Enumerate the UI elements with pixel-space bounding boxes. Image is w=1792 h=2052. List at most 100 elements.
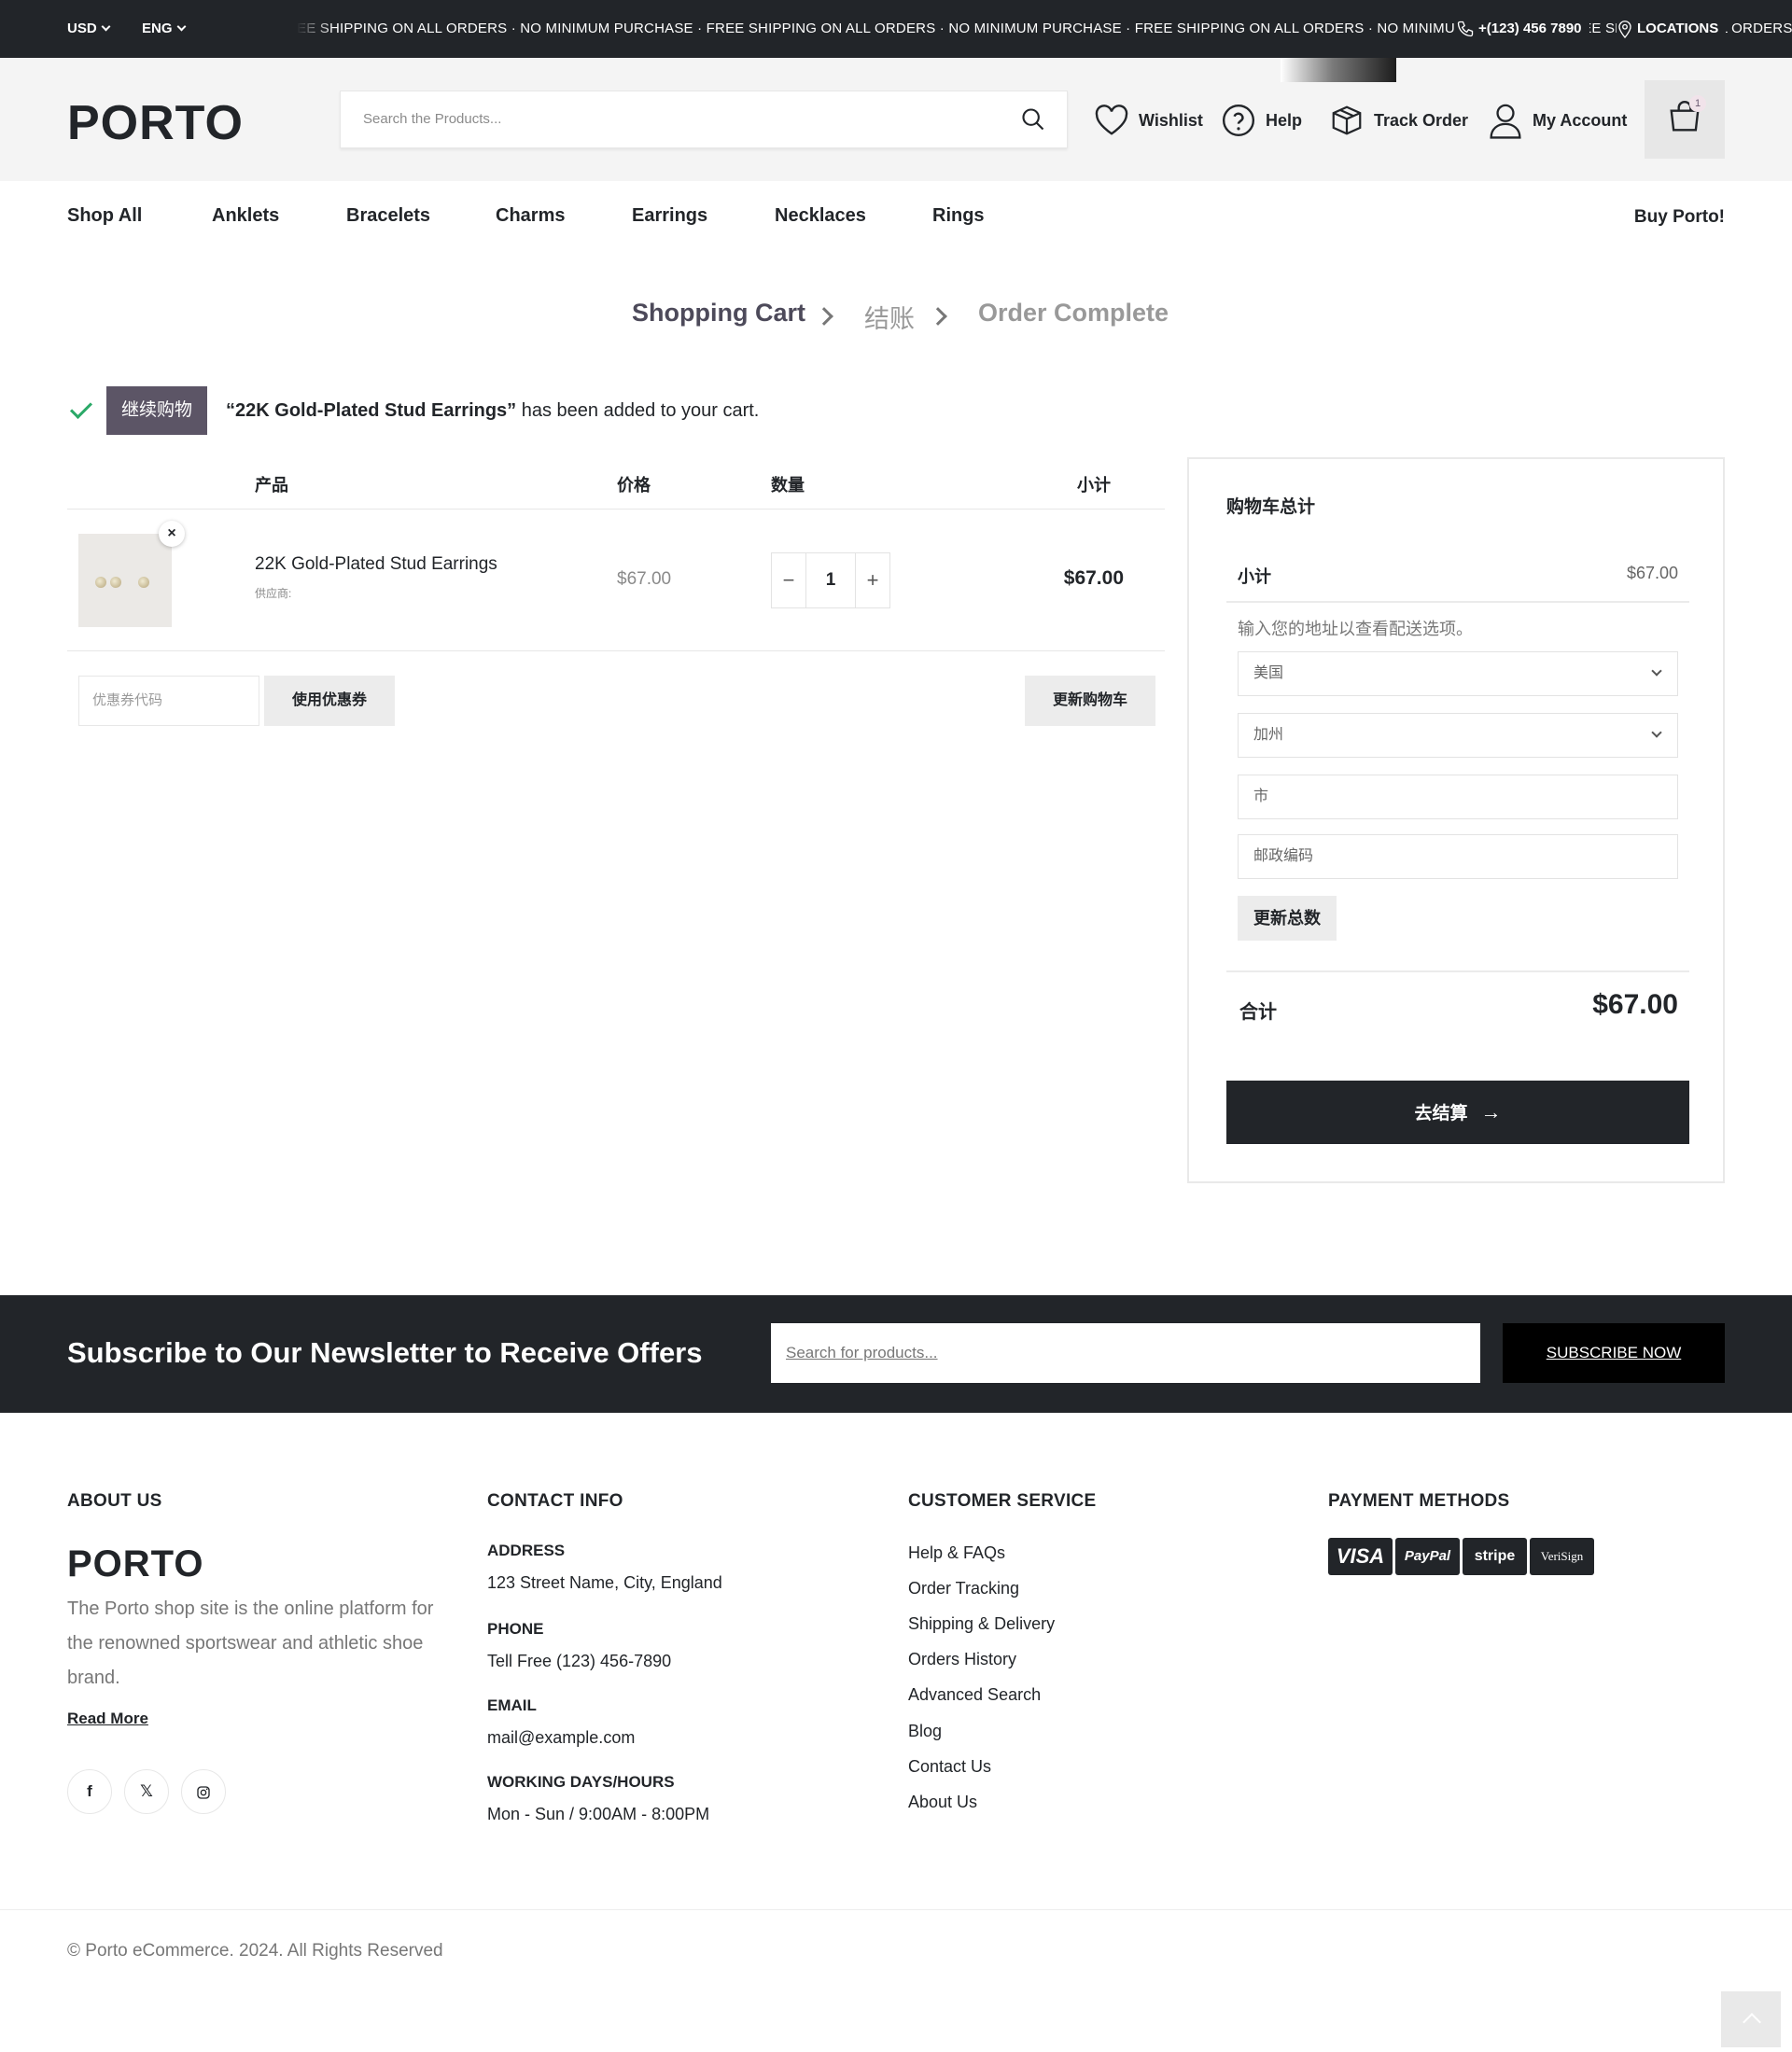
main-nav: Shop All Anklets Bracelets Charms Earrin… (0, 181, 1792, 254)
check-icon (69, 396, 93, 420)
continue-shopping-button[interactable]: 继续购物 (106, 386, 208, 435)
step-checkout[interactable]: 结账 (864, 299, 915, 335)
footer-link-advanced-search[interactable]: Advanced Search (908, 1685, 1041, 1705)
city-input[interactable]: 市 (1238, 775, 1678, 819)
chevron-down-icon (1651, 665, 1662, 677)
email-label: EMAIL (487, 1696, 537, 1714)
footer-link-help-faqs[interactable]: Help & FAQs (908, 1543, 1005, 1563)
step-shopping-cart[interactable]: Shopping Cart (632, 299, 805, 328)
newsletter-input[interactable]: Search for products... (771, 1323, 1480, 1383)
footer-link-shipping-delivery[interactable]: Shipping & Delivery (908, 1614, 1055, 1634)
stripe-icon: stripe (1463, 1538, 1527, 1575)
top-bar: USD ENG EE SHIPPING ON ALL ORDERS · NO M… (0, 0, 1792, 58)
mini-cart-button[interactable]: 1 (1645, 80, 1725, 159)
quantity-stepper: − 1 + (771, 552, 890, 608)
marquee-fade (297, 0, 334, 58)
totals-divider (1226, 601, 1689, 603)
table-header-divider (67, 509, 1165, 510)
notice-text: has been added to your cart. (516, 399, 760, 421)
footer-divider (0, 1909, 1792, 1910)
buy-porto-link[interactable]: Buy Porto! (1634, 207, 1725, 228)
totals-divider (1226, 970, 1689, 972)
update-cart-button[interactable]: 更新购物车 (1025, 676, 1155, 726)
phone-label: PHONE (487, 1620, 544, 1638)
footer-heading-service: CUSTOMER SERVICE (908, 1491, 1097, 1511)
footer-heading-contact: CONTACT INFO (487, 1491, 623, 1511)
product-image-detail (95, 577, 106, 588)
paypal-icon: PayPal (1395, 1538, 1460, 1575)
phone-value[interactable]: Tell Free (123) 456-7890 (487, 1652, 671, 1671)
track-order-link[interactable]: Track Order (1329, 100, 1468, 141)
currency-selector[interactable]: USD (67, 0, 111, 58)
search-icon[interactable] (1020, 106, 1046, 133)
footer-logo[interactable]: PORTO (67, 1543, 204, 1585)
nav-item-anklets[interactable]: Anklets (212, 205, 279, 227)
nav-item-bracelets[interactable]: Bracelets (346, 205, 430, 227)
quantity-decrease-button[interactable]: − (772, 553, 805, 607)
column-header-product: 产品 (255, 476, 288, 495)
column-header-quantity: 数量 (771, 476, 805, 495)
product-image-detail (110, 577, 121, 588)
my-account-link[interactable]: My Account (1488, 100, 1627, 141)
notice-message: “22K Gold-Plated Stud Earrings” has been… (226, 400, 759, 422)
nav-item-necklaces[interactable]: Necklaces (775, 205, 866, 227)
header-decoration-strip (1281, 58, 1396, 82)
facebook-icon[interactable]: f (67, 1769, 112, 1814)
chevron-down-icon (101, 21, 111, 32)
cart-totals-card: 购物车总计 小计 $67.00 输入您的地址以查看配送选项。 美国 加州 市 邮… (1187, 457, 1725, 1183)
footer-link-contact-us[interactable]: Contact Us (908, 1757, 991, 1777)
site-logo[interactable]: PORTO (67, 95, 244, 151)
state-select[interactable]: 加州 (1238, 713, 1678, 758)
quantity-input[interactable]: 1 (805, 553, 856, 607)
nav-item-earrings[interactable]: Earrings (632, 205, 707, 227)
top-phone-link[interactable]: +(123) 456 7890 (1456, 0, 1589, 58)
apply-coupon-button[interactable]: 使用优惠券 (264, 676, 395, 726)
instagram-glyph (197, 1785, 210, 1799)
newsletter-title: Subscribe to Our Newsletter to Receive O… (67, 1336, 703, 1369)
arrow-right-icon: → (1480, 1100, 1502, 1124)
nav-item-charms[interactable]: Charms (496, 205, 565, 227)
location-pin-icon (1618, 21, 1631, 39)
product-thumbnail[interactable] (78, 534, 172, 627)
chevron-right-icon (815, 307, 833, 326)
country-value: 美国 (1253, 665, 1284, 681)
scroll-to-top-button[interactable] (1721, 1991, 1781, 2047)
top-locations-text: LOCATIONS (1637, 21, 1719, 36)
added-to-cart-notice: 继续购物 “22K Gold-Plated Stud Earrings” has… (67, 386, 759, 435)
top-locations-link[interactable]: LOCATIONS (1617, 0, 1727, 58)
read-more-link[interactable]: Read More (67, 1710, 148, 1728)
subtotal-label: 小计 (1238, 567, 1271, 586)
subscribe-button[interactable]: SUBSCRIBE NOW (1503, 1323, 1725, 1383)
update-totals-button[interactable]: 更新总数 (1238, 896, 1337, 941)
product-price: $67.00 (617, 569, 672, 589)
country-select[interactable]: 美国 (1238, 651, 1678, 696)
nav-item-shop-all[interactable]: Shop All (67, 205, 142, 227)
quantity-increase-button[interactable]: + (856, 553, 889, 607)
proceed-to-checkout-button[interactable]: 去结算 → (1226, 1081, 1689, 1144)
currency-label: USD (67, 21, 97, 36)
email-value[interactable]: mail@example.com (487, 1728, 635, 1748)
footer-link-order-tracking[interactable]: Order Tracking (908, 1579, 1019, 1598)
wishlist-link[interactable]: Wishlist (1094, 100, 1203, 141)
footer-link-about-us[interactable]: About Us (908, 1793, 977, 1812)
zip-input[interactable]: 邮政编码 (1238, 834, 1678, 879)
my-account-label: My Account (1533, 110, 1628, 130)
footer-link-orders-history[interactable]: Orders History (908, 1650, 1016, 1669)
language-selector[interactable]: ENG (142, 0, 186, 58)
box-icon (1332, 105, 1362, 135)
coupon-code-input[interactable]: 优惠券代码 (78, 676, 259, 726)
x-icon[interactable]: 𝕏 (124, 1769, 169, 1814)
wishlist-label: Wishlist (1139, 110, 1203, 130)
footer-link-blog[interactable]: Blog (908, 1722, 942, 1741)
nav-item-rings[interactable]: Rings (932, 205, 985, 227)
help-link[interactable]: Help (1221, 100, 1302, 141)
footer-heading-payment: PAYMENT METHODS (1328, 1491, 1510, 1511)
address-label: ADDRESS (487, 1542, 566, 1559)
search-input[interactable]: Search the Products... (363, 91, 501, 147)
product-name[interactable]: 22K Gold-Plated Stud Earrings (255, 554, 497, 575)
search-bar[interactable]: Search the Products... (340, 91, 1068, 148)
user-icon (1490, 104, 1521, 139)
remove-item-button[interactable]: × (159, 521, 185, 547)
instagram-icon[interactable] (181, 1769, 226, 1814)
verisign-icon: VeriSign (1530, 1538, 1594, 1575)
